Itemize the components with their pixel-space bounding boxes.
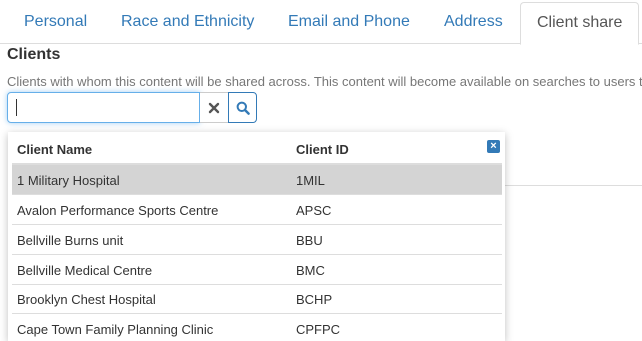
result-row[interactable]: 1 Military Hospital 1MIL bbox=[12, 165, 502, 195]
client-id-cell: 1MIL bbox=[296, 173, 325, 188]
tab-client-share[interactable]: Client share bbox=[520, 2, 640, 45]
client-id-cell: APSC bbox=[296, 203, 332, 218]
section-title: Clients bbox=[7, 46, 61, 63]
client-name-cell: Brooklyn Chest Hospital bbox=[17, 292, 156, 307]
search-button[interactable] bbox=[228, 92, 257, 123]
client-name-cell: Bellville Burns unit bbox=[17, 233, 124, 248]
client-id-cell: BMC bbox=[296, 263, 325, 278]
result-row[interactable]: Cape Town Family Planning Clinic CPFPC bbox=[12, 314, 502, 341]
background-panel bbox=[505, 134, 642, 186]
client-name-cell: Bellville Medical Centre bbox=[17, 263, 153, 278]
client-results-dropdown: Client Name Client ID × 1 Military Hospi… bbox=[8, 132, 505, 341]
client-search-input[interactable] bbox=[7, 92, 200, 123]
tab-race-and-ethnicity[interactable]: Race and Ethnicity bbox=[111, 2, 264, 44]
tab-address[interactable]: Address bbox=[434, 2, 513, 44]
column-header-client-name: Client Name bbox=[17, 142, 93, 157]
tab-bar: Personal Race and Ethnicity Email and Ph… bbox=[0, 0, 642, 45]
client-id-cell: BBU bbox=[296, 233, 323, 248]
column-header-client-id: Client ID bbox=[296, 142, 349, 157]
magnifier-icon bbox=[236, 101, 250, 115]
times-icon bbox=[208, 102, 220, 113]
helper-text: Clients with whom this content will be s… bbox=[7, 74, 642, 89]
tab-email-and-phone[interactable]: Email and Phone bbox=[278, 2, 420, 44]
close-icon[interactable]: × bbox=[487, 140, 500, 153]
result-row[interactable]: Brooklyn Chest Hospital BCHP bbox=[12, 284, 502, 314]
result-row[interactable]: Bellville Medical Centre BMC bbox=[12, 255, 502, 285]
client-name-cell: Cape Town Family Planning Clinic bbox=[17, 322, 214, 337]
client-name-cell: 1 Military Hospital bbox=[17, 173, 120, 188]
results-header: Client Name Client ID × bbox=[12, 132, 502, 165]
result-row[interactable]: Bellville Burns unit BBU bbox=[12, 225, 502, 255]
client-id-cell: BCHP bbox=[296, 292, 333, 307]
result-row[interactable]: Avalon Performance Sports Centre APSC bbox=[12, 195, 502, 225]
client-name-cell: Avalon Performance Sports Centre bbox=[17, 203, 219, 218]
client-id-cell: CPFPC bbox=[296, 322, 341, 337]
clear-button[interactable] bbox=[200, 92, 229, 123]
tab-personal[interactable]: Personal bbox=[14, 2, 97, 44]
text-caret bbox=[16, 99, 17, 116]
